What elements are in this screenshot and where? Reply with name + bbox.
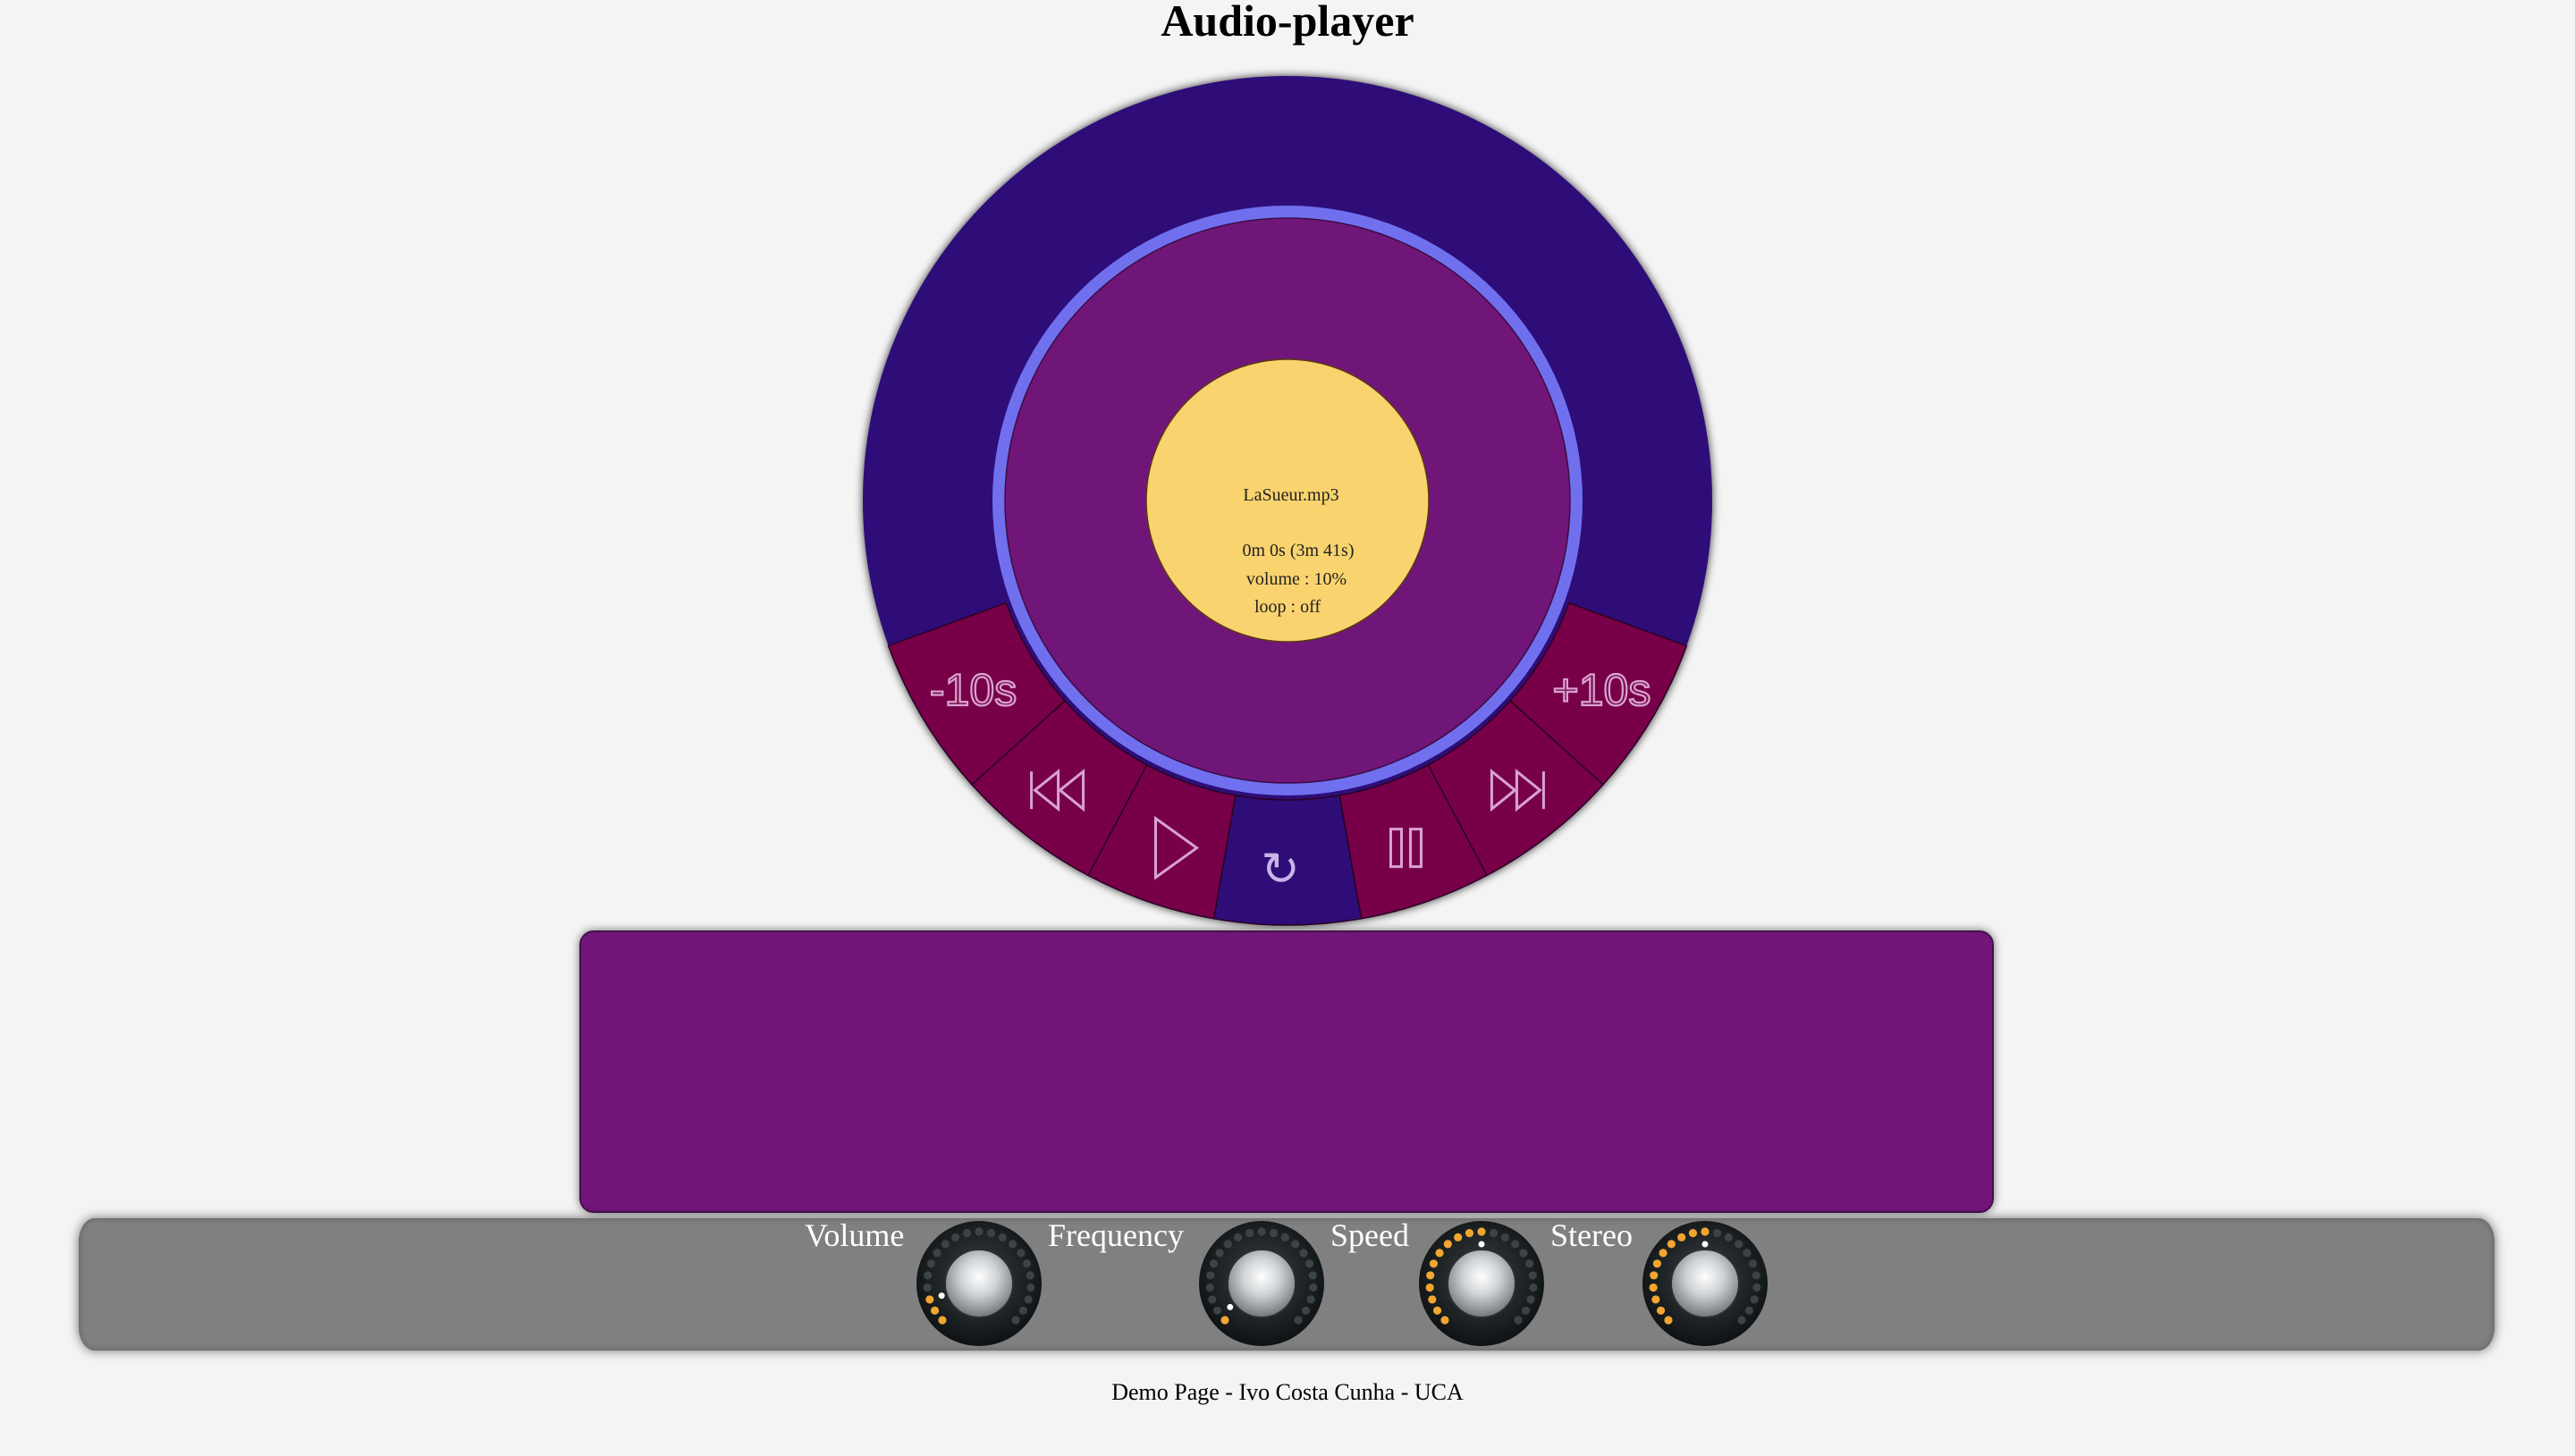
knob-graphic (1199, 1221, 1324, 1346)
stereo-label: Stereo (1550, 1217, 1633, 1253)
track-volume: volume : 10% (1246, 569, 1347, 589)
loop-icon: ↻ (1261, 843, 1300, 896)
track-filename: LaSueur.mp3 (1243, 485, 1338, 505)
speed-label: Speed (1330, 1217, 1409, 1253)
speed-knob[interactable] (1416, 1218, 1547, 1349)
track-loop: loop : off (1254, 597, 1321, 617)
footer-credits: Demo Page - Ivo Costa Cunha - UCA (1111, 1379, 1464, 1405)
frequency-label: Frequency (1048, 1217, 1184, 1253)
forward-label: +10s (1553, 665, 1651, 715)
loop-button[interactable]: ↻ (1212, 795, 1363, 926)
svg-text:↻: ↻ (1261, 843, 1300, 896)
stereo-knob[interactable] (1640, 1218, 1770, 1349)
volume-knob[interactable] (914, 1218, 1044, 1349)
knob-graphic (1642, 1221, 1768, 1346)
frequency-knob[interactable] (1196, 1218, 1327, 1349)
audio-player: +10s ↻ -10s LaSueur.mp3 0m 0s (3m 41s) vol… (863, 76, 1712, 926)
knob-graphic (916, 1221, 1042, 1346)
knob-graphic (1419, 1221, 1544, 1346)
spectrum-visualizer (579, 930, 1994, 1213)
rewind-label: -10s (930, 665, 1017, 715)
track-time: 0m 0s (3m 41s) (1243, 541, 1355, 560)
volume-label: Volume (805, 1217, 905, 1253)
